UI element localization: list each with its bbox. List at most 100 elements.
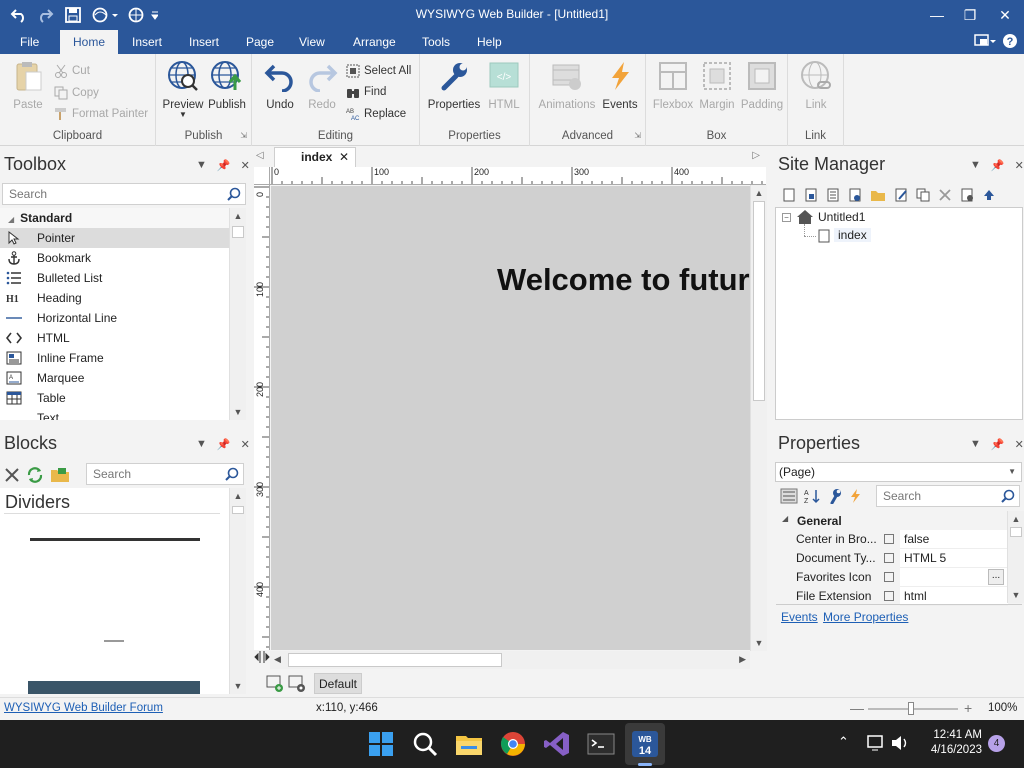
clock[interactable]: 12:41 AM 4/16/2023: [918, 728, 982, 758]
property-edit-icon[interactable]: [884, 553, 894, 563]
tab-arrange[interactable]: Arrange: [341, 30, 408, 54]
publish-dialog-launcher[interactable]: ⇲: [240, 131, 247, 140]
scroll-thumb[interactable]: [232, 226, 244, 238]
link-button[interactable]: Link: [796, 60, 836, 111]
select-all-button[interactable]: Select All: [346, 62, 411, 80]
toolbox-search-input[interactable]: Search: [2, 183, 246, 205]
scroll-down-arrow[interactable]: ▼: [751, 635, 767, 651]
tab-page[interactable]: Page: [234, 30, 286, 54]
scroll-thumb[interactable]: [232, 506, 244, 514]
padding-button[interactable]: Padding: [740, 60, 784, 111]
scroll-right-arrow[interactable]: ▶: [739, 654, 746, 665]
site-manager-dropdown-icon[interactable]: ▼: [970, 159, 981, 172]
property-edit-icon[interactable]: [884, 534, 894, 544]
tab-help[interactable]: Help: [465, 30, 514, 54]
replace-button[interactable]: AB AC Replace: [346, 105, 406, 123]
blocks-pin-icon[interactable]: 📌: [217, 438, 231, 451]
find-button[interactable]: Find: [346, 83, 386, 101]
page-settings-icon[interactable]: [288, 675, 306, 693]
events-link[interactable]: Events: [781, 610, 818, 624]
chrome-icon[interactable]: [498, 729, 528, 759]
zoom-slider-thumb[interactable]: [908, 702, 914, 715]
folder-icon[interactable]: [50, 466, 70, 484]
divider-block-3[interactable]: [28, 681, 200, 694]
property-row[interactable]: Center in Bro... false: [776, 530, 1008, 549]
refresh-icon[interactable]: [26, 466, 44, 484]
property-value[interactable]: false: [900, 530, 1008, 549]
toolbox-dropdown-icon[interactable]: ▼: [196, 159, 207, 172]
section-collapse-icon[interactable]: ◢: [782, 514, 788, 523]
resize-handle-icon[interactable]: [254, 650, 270, 668]
copy-button[interactable]: Copy: [54, 84, 99, 102]
sort-alphabetical-icon[interactable]: AZ: [804, 488, 822, 504]
chevron-up-icon[interactable]: ⌃: [838, 734, 849, 750]
scroll-down-arrow[interactable]: ▼: [1008, 587, 1024, 603]
html-button[interactable]: </> HTML: [482, 60, 526, 111]
tab-index[interactable]: index ✕: [274, 147, 356, 167]
events-button[interactable]: Events: [600, 60, 640, 111]
site-manager-pin-icon[interactable]: 📌: [991, 159, 1005, 172]
tab-view[interactable]: View: [287, 30, 337, 54]
forum-link[interactable]: WYSIWYG Web Builder Forum: [4, 702, 163, 714]
scroll-down-arrow[interactable]: ▼: [230, 678, 246, 694]
file-explorer-icon[interactable]: [454, 729, 484, 759]
scroll-up-arrow[interactable]: ▲: [1008, 511, 1024, 527]
layout-icon[interactable]: [974, 33, 996, 52]
properties-pin-icon[interactable]: 📌: [991, 438, 1005, 451]
scroll-down-arrow[interactable]: ▼: [230, 404, 246, 420]
scroll-thumb[interactable]: [753, 201, 765, 401]
scroll-left-arrow[interactable]: ◀: [274, 654, 281, 665]
windows-start-icon[interactable]: [366, 729, 396, 759]
toolbox-item-bookmark[interactable]: Bookmark: [0, 248, 230, 268]
toolbox-item-heading[interactable]: H1 Heading: [0, 288, 230, 308]
toolbox-item-marquee[interactable]: A Marquee: [0, 368, 230, 388]
animations-button[interactable]: Animations: [534, 60, 600, 111]
redo-button[interactable]: Redo: [302, 60, 342, 111]
properties-scrollbar[interactable]: ▲ ▼: [1007, 511, 1024, 603]
blocks-search-input[interactable]: Search: [86, 463, 244, 485]
undo-button[interactable]: Undo: [260, 60, 300, 111]
close-window-button[interactable]: ✕: [982, 0, 1024, 30]
property-edit-icon[interactable]: [884, 572, 894, 582]
properties-button[interactable]: Properties: [426, 60, 482, 111]
properties-section-general[interactable]: ◢ General: [776, 511, 1008, 530]
tab-home[interactable]: Home: [60, 30, 118, 54]
margin-button[interactable]: Margin: [696, 60, 738, 111]
more-properties-link[interactable]: More Properties: [823, 610, 908, 624]
new-page-options-icon[interactable]: [804, 188, 818, 202]
toolbox-scrollbar[interactable]: ▲ ▼: [229, 208, 246, 420]
properties-search-input[interactable]: Search: [876, 485, 1020, 507]
toolbox-item-text[interactable]: Text: [0, 408, 230, 420]
blocks-scrollbar[interactable]: ▲ ▼: [229, 488, 246, 694]
edit-page-icon[interactable]: [894, 188, 908, 202]
delete-page-icon[interactable]: [938, 188, 952, 202]
scroll-thumb[interactable]: [288, 653, 502, 667]
events-lightning-icon[interactable]: [848, 488, 862, 504]
zoom-in-button[interactable]: +: [964, 700, 972, 716]
zoom-out-button[interactable]: —: [850, 700, 864, 716]
toolbox-pin-icon[interactable]: 📌: [217, 159, 231, 172]
property-edit-icon[interactable]: [884, 591, 894, 601]
advanced-dialog-launcher[interactable]: ⇲: [634, 131, 641, 140]
preview-button[interactable]: Preview ▼: [162, 60, 204, 119]
volume-icon[interactable]: [890, 734, 910, 752]
toolbox-item-horizontal-line[interactable]: Horizontal Line: [0, 308, 230, 328]
tab-close-icon[interactable]: ✕: [339, 148, 349, 167]
cut-button[interactable]: Cut: [54, 62, 90, 80]
visual-studio-icon[interactable]: [542, 729, 572, 759]
format-painter-button[interactable]: Format Painter: [54, 105, 148, 123]
divider-block-1[interactable]: [30, 538, 200, 541]
properties-close-icon[interactable]: ✕: [1015, 438, 1024, 451]
notification-badge[interactable]: 4: [988, 735, 1005, 752]
properties-object-selector[interactable]: (Page) ▼: [775, 462, 1022, 482]
wrench-small-icon[interactable]: [828, 488, 842, 504]
scroll-up-arrow[interactable]: ▲: [230, 208, 246, 224]
default-layout-button[interactable]: Default: [314, 673, 362, 694]
move-up-icon[interactable]: [982, 188, 996, 202]
delete-x-icon[interactable]: [4, 467, 20, 483]
page-properties-icon[interactable]: [960, 188, 974, 202]
publish-button[interactable]: Publish: [206, 60, 248, 111]
tree-collapse-icon[interactable]: −: [782, 213, 791, 222]
browse-button[interactable]: ...: [988, 569, 1004, 585]
tab-file[interactable]: File: [8, 30, 51, 54]
